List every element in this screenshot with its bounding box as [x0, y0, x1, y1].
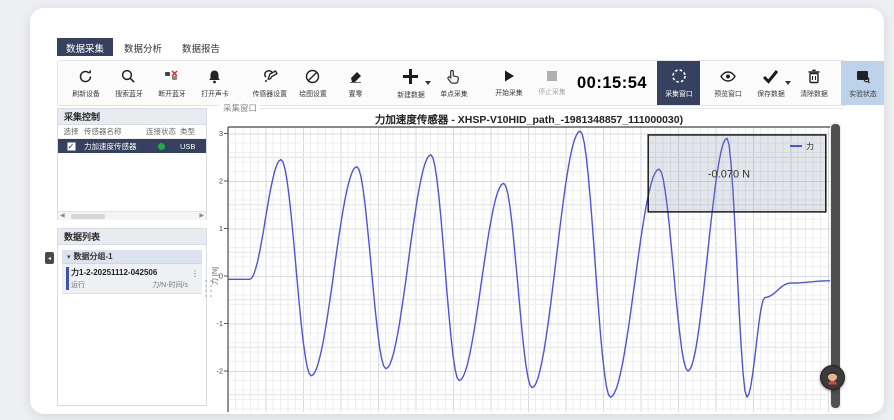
item-menu-icon[interactable]: ⋮: [191, 269, 199, 278]
tab-data-collect[interactable]: 数据采集: [57, 38, 113, 56]
data-item-title: 力1-2-20251112-042506: [71, 267, 188, 278]
sensor-settings-button[interactable]: 传感器设置: [248, 61, 291, 105]
collect-control-panel: 采集控制 选择 传感器名称 连接状态 类型 ✓ 力加速度传感器 USB ◀ ▶: [57, 108, 207, 220]
trash-icon: [806, 68, 822, 85]
sensor-name: 力加速度传感器: [84, 141, 142, 152]
refresh-device-button[interactable]: 刷新设备: [64, 61, 107, 105]
sensor-table-hscrollbar[interactable]: ◀ ▶: [58, 211, 206, 220]
stop-collect-button[interactable]: 停止采集: [530, 61, 573, 105]
sensor-table-header: 选择 传感器名称 连接状态 类型: [58, 125, 206, 139]
chevron-down-icon: ▾: [67, 253, 71, 261]
sensor-settings-icon: [261, 68, 279, 85]
connection-status-dot: [158, 143, 165, 150]
chart-panel: 力加速度传感器 - XHSP-V10HID_path_-1981348857_1…: [212, 112, 834, 412]
open-soundcard-button[interactable]: 打开声卡: [193, 61, 236, 105]
data-list-title: 数据列表: [58, 229, 206, 245]
dropdown-caret[interactable]: [425, 81, 431, 85]
data-list-item[interactable]: 力1-2-20251112-042506 运行 力/N-时间/s ⋮: [62, 264, 202, 294]
chart-plot-area[interactable]: 3 2 1 0 -1 -2 力 [N] 力 -0.070 N: [212, 126, 834, 412]
scroll-left-arrow[interactable]: ◀: [60, 213, 65, 219]
sensor-type: USB: [180, 142, 206, 151]
section-divider: [252, 108, 844, 109]
svg-text:力: 力: [806, 141, 814, 151]
svg-text:2: 2: [219, 177, 223, 186]
tab-data-analysis[interactable]: 数据分析: [115, 38, 171, 56]
svg-text:0: 0: [219, 272, 223, 281]
y-axis-label: 力 [N]: [212, 267, 219, 285]
eraser-icon: [347, 68, 364, 85]
preview-window-button[interactable]: 预览窗口: [706, 61, 749, 105]
app-window: 数据采集 数据分析 数据报告 刷新设备 搜索蓝牙 断开蓝牙 打开声卡 传感器设置: [30, 8, 884, 414]
bell-icon: [206, 68, 223, 85]
play-icon: [501, 68, 517, 84]
eye-icon: [719, 68, 737, 85]
plot-settings-button[interactable]: 绘图设置: [291, 61, 334, 105]
avatar-face-icon: [824, 369, 841, 386]
check-icon: [761, 68, 780, 85]
stop-icon: [545, 69, 559, 83]
scroll-right-arrow[interactable]: ▶: [199, 213, 204, 219]
svg-text:1: 1: [219, 224, 223, 233]
bluetooth-disconnect-icon: [163, 68, 180, 85]
data-item-state: 运行: [71, 280, 85, 290]
y-axis-ticks: 3 2 1 0 -1 -2: [216, 129, 228, 376]
data-list-panel: 数据列表 ▾ 数据分组-1 力1-2-20251112-042506 运行 力/…: [57, 228, 207, 406]
chart-title: 力加速度传感器 - XHSP-V10HID_path_-1981348857_1…: [228, 112, 830, 127]
search-bluetooth-button[interactable]: 搜索蓝牙: [107, 61, 150, 105]
start-collect-button[interactable]: 开始采集: [487, 61, 530, 105]
main-tabs: 数据采集 数据分析 数据报告: [57, 38, 229, 56]
zero-button[interactable]: 置零: [334, 61, 377, 105]
save-data-button[interactable]: 保存数据: [749, 61, 792, 105]
tab-data-report[interactable]: 数据报告: [173, 38, 229, 56]
refresh-icon: [77, 68, 94, 85]
svg-text:-2: -2: [216, 367, 223, 376]
svg-text:3: 3: [219, 129, 223, 138]
sensor-checkbox[interactable]: ✓: [67, 142, 76, 151]
value-annotation: -0.070 N: [708, 168, 750, 180]
svg-text:-1: -1: [216, 319, 223, 328]
data-group-header[interactable]: ▾ 数据分组-1: [62, 250, 202, 264]
sidebar-collapse-handle[interactable]: ◂: [45, 252, 54, 264]
disconnect-bluetooth-button[interactable]: 断开蓝牙: [150, 61, 193, 105]
plus-icon: [401, 67, 420, 86]
collect-timer: 00:15:54: [577, 74, 647, 93]
status-screen-icon: [854, 68, 872, 85]
collect-control-title: 采集控制: [58, 109, 206, 125]
dropdown-caret[interactable]: [785, 81, 791, 85]
assistant-avatar-button[interactable]: [820, 365, 845, 390]
collect-window-button[interactable]: 采集窗口: [657, 61, 700, 105]
search-icon: [120, 68, 137, 85]
plot-settings-icon: [304, 68, 321, 85]
hand-point-icon: [445, 68, 462, 85]
experiment-status-button[interactable]: 实验状态: [841, 61, 884, 105]
sensor-row[interactable]: ✓ 力加速度传感器 USB: [58, 139, 206, 153]
clear-data-button[interactable]: 清除数据: [792, 61, 835, 105]
new-data-button[interactable]: 新建数据: [389, 61, 432, 105]
hscroll-thumb[interactable]: [71, 214, 105, 219]
single-point-collect-button[interactable]: 单点采集: [432, 61, 475, 105]
toolbar: 刷新设备 搜索蓝牙 断开蓝牙 打开声卡 传感器设置 绘图设置 置零: [57, 60, 847, 106]
data-item-axes: 力/N-时间/s: [152, 280, 188, 290]
collect-window-section-label: 采集窗口: [220, 102, 260, 114]
dashed-circle-icon: [670, 67, 688, 85]
